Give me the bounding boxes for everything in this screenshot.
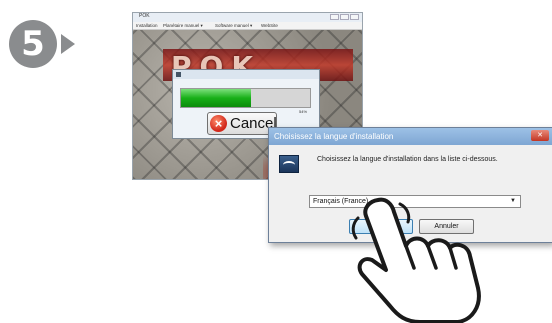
language-dialog-titlebar: Choisissez la langue d'installation ✕ xyxy=(269,128,552,145)
progress-bar-fill xyxy=(181,89,251,107)
installer-icon xyxy=(279,155,299,173)
language-dialog-message: Choisissez la langue d'installation dans… xyxy=(317,156,498,163)
menu-website[interactable]: WebSite xyxy=(261,22,278,30)
menu-installation[interactable]: Installation xyxy=(136,22,158,30)
step-arrow-icon xyxy=(61,34,75,54)
menu-software-manuel[interactable]: Software manuel ▾ xyxy=(215,22,252,30)
step-number-badge: 5 xyxy=(9,20,57,68)
menu-planetaire-manuel[interactable]: Planétaire manuel ▾ xyxy=(163,22,203,30)
app-title: POK xyxy=(139,13,150,19)
app-menubar: Installation Planétaire manuel ▾ Softwar… xyxy=(133,22,362,30)
language-dialog-title: Choisissez la langue d'installation xyxy=(274,132,394,141)
minimize-icon[interactable] xyxy=(330,14,339,20)
pointing-hand-icon xyxy=(351,197,481,323)
close-button[interactable]: ✕ xyxy=(531,130,549,141)
cancel-x-icon: × xyxy=(210,115,227,132)
maximize-icon[interactable] xyxy=(340,14,349,20)
app-titlebar: POK xyxy=(133,13,362,22)
progress-bar xyxy=(180,88,311,108)
chevron-down-icon: ▼ xyxy=(510,198,516,204)
close-icon[interactable] xyxy=(350,14,359,20)
progress-dialog-titlebar xyxy=(173,70,319,79)
app-icon xyxy=(176,72,181,77)
cancel-button[interactable]: × Cancel xyxy=(207,112,277,135)
progress-percent: 54% xyxy=(299,109,308,114)
